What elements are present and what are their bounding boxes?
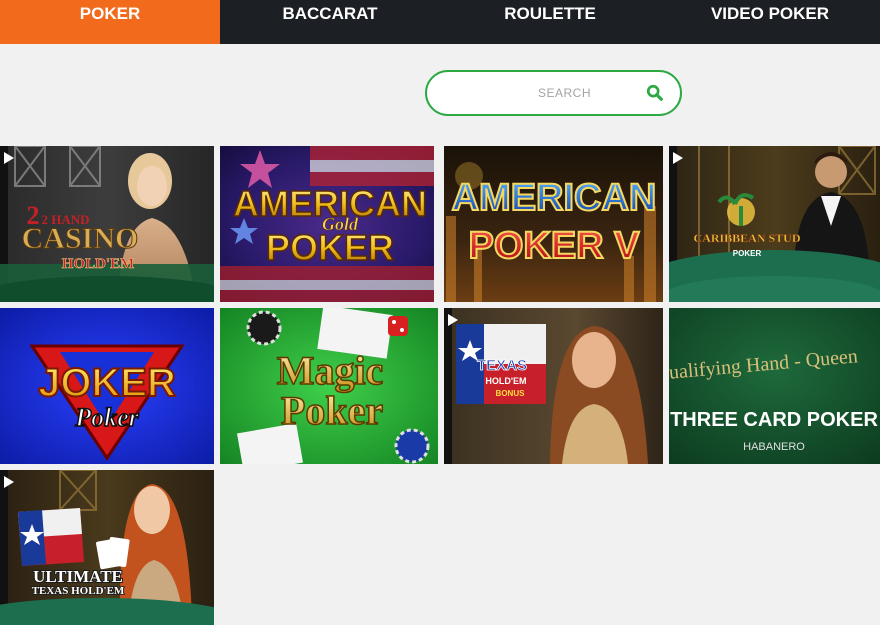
game-title-line1: TEXAS xyxy=(477,357,527,374)
game-thumbnail: CARIBBEAN STUD POKER xyxy=(669,146,880,302)
game-title-line1: Magic xyxy=(277,348,384,393)
game-thumbnail: TEXAS HOLD'EM BONUS xyxy=(444,308,663,464)
game-title-line2: Poker xyxy=(281,388,383,433)
game-title-line3: HOLD'EM xyxy=(62,256,135,272)
game-title-line2: CASINO xyxy=(22,222,139,255)
game-title-line2: Poker xyxy=(74,403,139,432)
game-tile-magic-poker[interactable]: Magic Poker xyxy=(220,308,438,464)
tab-roulette[interactable]: ROULETTE xyxy=(440,0,660,44)
game-thumbnail: AMERICAN Gold POKER xyxy=(220,146,434,302)
search-box xyxy=(425,70,682,116)
game-thumbnail: AMERICAN POKER V xyxy=(444,146,663,302)
game-category-tabs: POKER BACCARAT ROULETTE VIDEO POKER xyxy=(0,0,880,44)
game-title-line1: ULTIMATE xyxy=(33,567,123,586)
game-tile-joker-poker[interactable]: JOKER Poker xyxy=(0,308,214,464)
game-thumbnail: ualifying Hand - Queen THREE CARD POKER … xyxy=(669,308,880,464)
game-title-line1: AMERICAN xyxy=(452,177,657,219)
game-tile-texas-holdem-bonus[interactable]: TEXAS HOLD'EM BONUS xyxy=(444,308,663,464)
game-title-line3: BONUS xyxy=(496,389,526,398)
tab-poker[interactable]: POKER xyxy=(0,0,220,44)
game-thumbnail: 22 HAND CASINO HOLD'EM xyxy=(0,146,214,302)
game-tile-ultimate-texas-holdem[interactable]: ULTIMATE TEXAS HOLD'EM xyxy=(0,470,214,625)
tab-baccarat[interactable]: BACCARAT xyxy=(220,0,440,44)
game-title-line2: POKER xyxy=(733,249,762,258)
game-title-line2: HOLD'EM xyxy=(485,376,526,386)
game-thumbnail: JOKER Poker xyxy=(0,308,214,464)
search-input[interactable] xyxy=(427,86,680,100)
game-thumbnail: Magic Poker xyxy=(220,308,438,464)
game-tile-2-hand-casino-holdem[interactable]: 22 HAND CASINO HOLD'EM xyxy=(0,146,214,302)
game-title-line2: TEXAS HOLD'EM xyxy=(32,585,125,597)
tab-video-poker[interactable]: VIDEO POKER xyxy=(660,0,880,44)
game-title-line2: POKER V xyxy=(468,225,640,267)
game-title-line3: POKER xyxy=(266,227,394,268)
game-tile-american-gold-poker[interactable]: AMERICAN Gold POKER xyxy=(220,146,434,302)
game-title-line1: JOKER xyxy=(38,361,176,405)
search-icon[interactable] xyxy=(646,84,664,102)
game-tile-three-card-poker[interactable]: ualifying Hand - Queen THREE CARD POKER … xyxy=(669,308,880,464)
game-tile-caribbean-stud-poker[interactable]: CARIBBEAN STUD POKER xyxy=(669,146,880,302)
game-tile-american-poker-v[interactable]: AMERICAN POKER V xyxy=(444,146,663,302)
game-provider: HABANERO xyxy=(743,441,805,453)
game-title-line1: CARIBBEAN STUD xyxy=(693,231,800,245)
game-thumbnail: ULTIMATE TEXAS HOLD'EM xyxy=(0,470,214,625)
game-title: THREE CARD POKER xyxy=(670,409,878,431)
